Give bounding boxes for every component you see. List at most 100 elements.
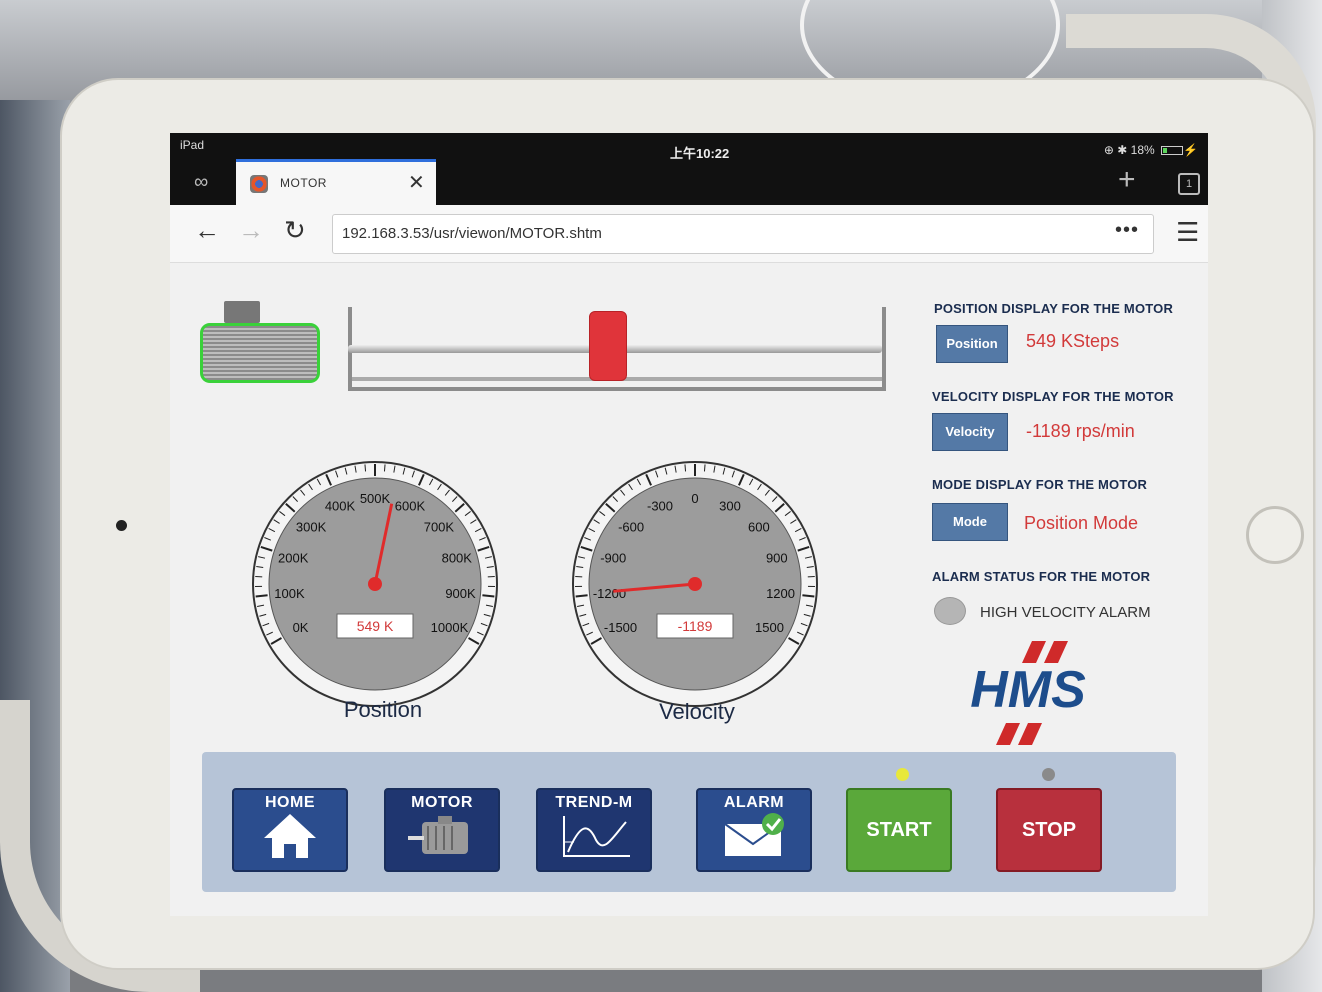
alarm-indicator: [934, 597, 966, 625]
mode-button[interactable]: Mode: [932, 503, 1008, 541]
start-button[interactable]: START: [846, 788, 952, 872]
position-gauge-tick-label: 700K: [424, 519, 455, 534]
position-value: 549 KSteps: [1026, 331, 1120, 351]
tab-title: MOTOR: [280, 176, 327, 190]
velocity-value: -1189 rps/min: [1026, 421, 1135, 441]
velocity-gauge: -1500 -1200 -900 -600-300 0 300 600 900 1200 1500…: [572, 461, 818, 707]
velocity-gauge-tick-label: -300: [647, 498, 673, 513]
trend-chart-icon: [563, 816, 630, 857]
motor-nav-button[interactable]: MOTOR: [384, 788, 500, 872]
hms-logo: HMS: [970, 641, 1086, 745]
velocity-gauge-tick-label: 900: [766, 550, 788, 565]
position-gauge-tick-label: 300K: [296, 519, 327, 534]
velocity-gauge-tick: [703, 464, 706, 472]
motor-nav-label: MOTOR: [411, 794, 473, 811]
motor-graphic: [200, 301, 328, 383]
velocity-gauge-tick-label: 1500: [755, 620, 784, 635]
screen: iPad 上午10:22 ⊕ ✱ 18% ⚡ ∞ MOTOR ✕ + 1 ← →…: [170, 133, 1208, 916]
alarm-nav-button[interactable]: ALARM: [696, 788, 812, 872]
charging-icon: ⚡: [1183, 143, 1198, 157]
velocity-gauge-tick-label: -900: [600, 550, 626, 565]
more-icon[interactable]: •••: [1115, 219, 1139, 242]
velocity-gauge-tick: [575, 594, 588, 598]
velocity-gauge-tick-label: 300: [719, 498, 741, 513]
velocity-gauge-readout: -1189: [678, 618, 713, 634]
home-nav-button[interactable]: HOME: [232, 788, 348, 872]
home-nav-label: HOME: [265, 794, 315, 811]
back-icon[interactable]: ←: [194, 215, 220, 246]
linear-axis: [348, 307, 888, 391]
browser-toolbar: ← → ↻ 192.168.3.53/usr/viewon/MOTOR.shtm…: [170, 205, 1208, 263]
device-label: iPad: [180, 138, 205, 152]
position-gauge-tick: [364, 464, 367, 472]
hms-logo-text: HMS: [970, 661, 1086, 719]
position-gauge-readout: 549 K: [357, 618, 394, 634]
home-button[interactable]: [1246, 506, 1304, 564]
url-bar[interactable]: 192.168.3.53/usr/viewon/MOTOR.shtm •••: [332, 214, 1154, 254]
envelope-check-icon: [724, 813, 784, 856]
tab-bar: ∞ MOTOR ✕ + 1: [170, 159, 1208, 205]
position-heading: POSITION DISPLAY FOR THE MOTOR: [934, 301, 1174, 316]
axis-carriage: [589, 311, 628, 381]
mode-heading: MODE DISPLAY FOR THE MOTOR: [932, 477, 1148, 492]
close-tab-icon[interactable]: ✕: [408, 170, 425, 195]
hmi-page: 0K 100K 200K 300K 400K 500K 600K 700K 800K 900K 10…: [170, 263, 1208, 916]
start-indicator-led: [896, 768, 909, 781]
mode-value: Position Mode: [1024, 513, 1139, 533]
motor-body: [200, 323, 320, 383]
position-gauge-tick-label: 600K: [395, 498, 426, 513]
position-gauge-tick: [255, 594, 268, 598]
new-tab-icon[interactable]: +: [1118, 163, 1136, 197]
position-gauge-tick: [383, 464, 386, 472]
battery-icon: [1161, 146, 1184, 156]
velocity-gauge-tick-label: -1200: [593, 586, 626, 601]
firefox-icon: [250, 175, 268, 193]
position-button[interactable]: Position: [936, 325, 1008, 363]
position-gauge: 0K 100K 200K 300K 400K 500K 600K 700K 800K 900K 10…: [252, 461, 498, 707]
velocity-gauge-label: Velocity: [659, 699, 735, 724]
private-mask-icon[interactable]: ∞: [194, 171, 208, 194]
motor-terminal-box: [224, 301, 260, 323]
position-gauge-tick-label: 400K: [325, 498, 356, 513]
position-gauge-tick-label: 0K: [293, 620, 309, 635]
position-gauge-hub: [368, 577, 382, 591]
position-gauge-label: Position: [343, 697, 423, 722]
status-bar: iPad 上午10:22 ⊕ ✱ 18% ⚡: [170, 133, 1208, 161]
position-gauge-tick-label: 900K: [445, 586, 476, 601]
camera: [116, 520, 127, 531]
browser-tab[interactable]: MOTOR ✕: [236, 159, 436, 205]
position-gauge-tick-label: 1000K: [431, 620, 469, 635]
velocity-gauge-tick-label: -1500: [604, 620, 637, 635]
alarm-label: HIGH VELOCITY ALARM: [980, 604, 1151, 621]
stop-button[interactable]: STOP: [996, 788, 1102, 872]
trend-nav-button[interactable]: TREND-M: [536, 788, 652, 872]
velocity-gauge-hub: [688, 577, 702, 591]
velocity-gauge-tick: [802, 594, 815, 598]
velocity-button[interactable]: Velocity: [932, 413, 1008, 451]
url-text: 192.168.3.53/usr/viewon/MOTOR.shtm: [342, 225, 602, 242]
bottom-navigation: HOME MOTOR TREND-M ALARM START STOP: [202, 752, 1176, 892]
velocity-gauge-tick-label: -600: [618, 519, 644, 534]
position-gauge-tick-label: 500K: [360, 491, 391, 506]
reload-icon[interactable]: ↻: [284, 215, 306, 246]
status-right: ⊕ ✱ 18% ⚡: [1104, 143, 1198, 157]
alarm-heading: ALARM STATUS FOR THE MOTOR: [932, 569, 1151, 584]
velocity-gauge-tick-label: 1200: [766, 586, 795, 601]
position-gauge-tick-label: 800K: [442, 550, 473, 565]
alarm-nav-label: ALARM: [723, 794, 785, 811]
position-gauge-tick-label: 100K: [274, 586, 305, 601]
velocity-gauge-tick: [684, 464, 687, 472]
velocity-gauge-tick-label: 600: [748, 519, 770, 534]
trend-nav-label: TREND-M: [555, 794, 633, 811]
house-icon: [264, 814, 316, 858]
motor-icon: [408, 816, 468, 854]
velocity-gauge-tick-label: 0: [691, 491, 698, 506]
position-gauge-tick-label: 200K: [278, 550, 309, 565]
velocity-heading: VELOCITY DISPLAY FOR THE MOTOR: [932, 389, 1174, 404]
bluetooth-icon: ⊕ ✱: [1103, 143, 1131, 157]
menu-icon[interactable]: ☰: [1176, 217, 1199, 248]
tabs-count-icon[interactable]: 1: [1178, 173, 1200, 195]
stop-indicator-led: [1042, 768, 1055, 781]
forward-icon[interactable]: →: [238, 215, 264, 246]
position-gauge-tick: [482, 594, 495, 598]
